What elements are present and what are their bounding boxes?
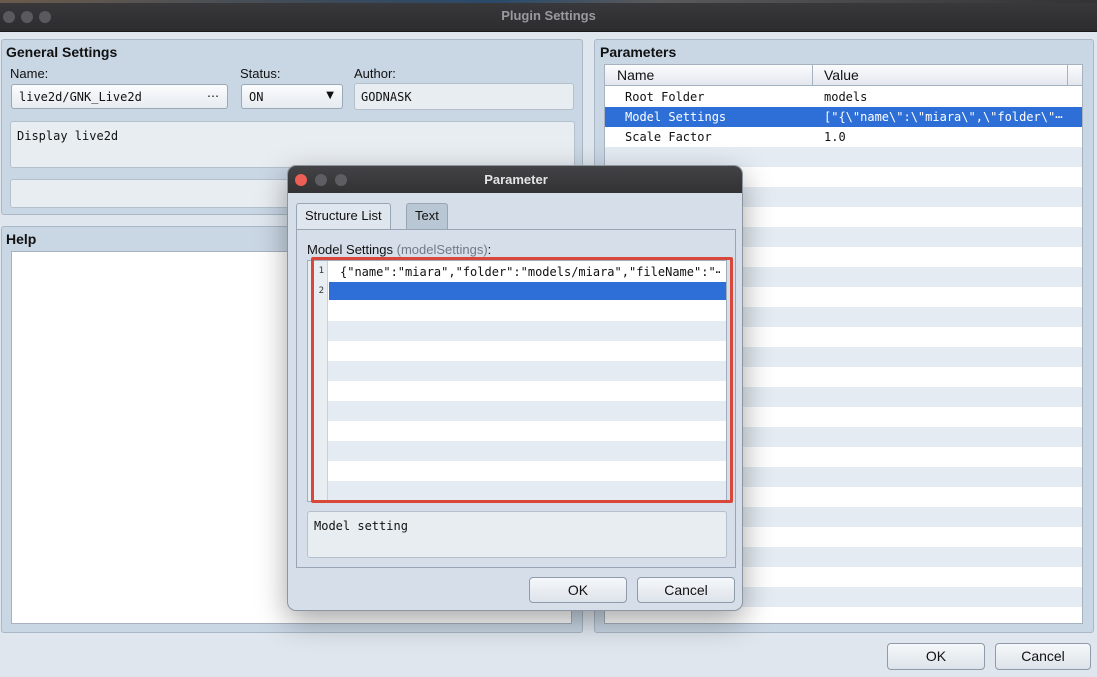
parameter-row[interactable]: Model Settings ["{\"name\":\"miara\",\"fo… [605,107,1082,127]
name-value: live2d/GNK_Live2d [19,90,142,104]
parameter-name: Model Settings [625,110,727,124]
parameter-value: 1.0 [824,130,846,144]
name-more-icon[interactable]: ⋯ [207,89,219,103]
window-title: Plugin Settings [501,8,596,23]
empty-list-row[interactable] [328,481,726,501]
empty-list-row[interactable] [328,361,726,381]
parameters-table-header: Name Value [605,65,1082,86]
column-header-name[interactable]: Name [617,67,654,83]
empty-list-row[interactable] [328,441,726,461]
structure-list-row[interactable] [329,282,726,300]
line-number: 1 [318,266,324,276]
parameter-name: Root Folder [625,90,705,104]
field-label: Model Settings [307,242,393,257]
window-top-strip [0,0,1097,3]
status-label: Status: [240,66,281,81]
column-header-value[interactable]: Value [824,67,859,83]
help-title: Help [6,231,37,247]
empty-list-row[interactable] [328,461,726,481]
dialog-titlebar: Parameter [288,166,742,193]
main-cancel-button[interactable]: Cancel [995,643,1091,670]
column-divider[interactable] [1067,65,1068,86]
description-field[interactable]: Display live2d [10,121,575,168]
tab-text[interactable]: Text [406,203,448,229]
field-label-row: Model Settings (modelSettings): [307,242,491,257]
parameters-title: Parameters [600,44,677,60]
empty-table-row [605,147,1082,167]
line-number: 2 [318,286,324,296]
parameter-row[interactable]: Scale Factor 1.0 [605,127,1082,147]
empty-list-row[interactable] [328,341,726,361]
parameter-row[interactable]: Root Folder models [605,87,1082,107]
dialog-description-field[interactable]: Model setting [307,511,727,558]
field-key: (modelSettings) [396,242,488,257]
parameter-value: models [824,90,868,104]
name-field[interactable]: live2d/GNK_Live2d ⋯ [11,84,228,109]
structure-list-editor[interactable]: 1 {"name":"miara","folder":"models/miara"… [307,260,727,502]
name-label: Name: [10,66,49,81]
status-select[interactable]: ON ▼ [241,84,343,109]
empty-list-row[interactable] [328,421,726,441]
line-number-gutter [308,261,328,501]
status-value: ON [249,90,264,104]
structure-list-pane: Model Settings (modelSettings): 1 {"name"… [296,229,736,568]
parameter-name: Scale Factor [625,130,712,144]
dialog-ok-button[interactable]: OK [529,577,627,603]
tab-structure-list[interactable]: Structure List [296,203,391,229]
main-ok-button[interactable]: OK [887,643,985,670]
field-colon: : [487,242,492,257]
structure-list-item-text: {"name":"miara","folder":"models/miara",… [340,265,720,279]
parameter-value: ["{\"name\":\"miara\",\"folder\"⋯ [824,110,1063,124]
window-titlebar: Plugin Settings [0,0,1097,32]
parameter-dialog: Parameter Structure List Text Model Sett… [287,165,743,611]
column-divider[interactable] [812,65,813,86]
author-field[interactable]: GODNASK [354,83,574,110]
author-label: Author: [354,66,396,81]
general-settings-title: General Settings [6,44,118,60]
empty-list-row[interactable] [328,401,726,421]
empty-list-row[interactable] [328,381,726,401]
chevron-down-icon: ▼ [326,90,334,101]
empty-list-row[interactable] [328,321,726,341]
dialog-cancel-button[interactable]: Cancel [637,577,735,603]
empty-list-row[interactable] [328,301,726,321]
dialog-title: Parameter [484,172,548,187]
